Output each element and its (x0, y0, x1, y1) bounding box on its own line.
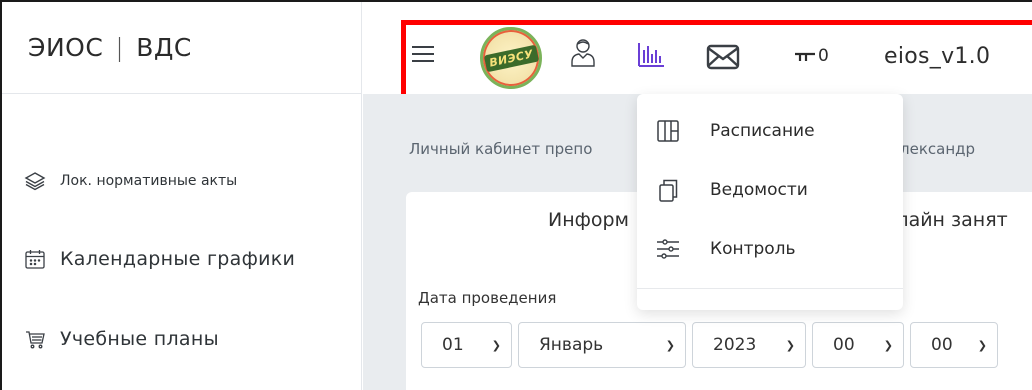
card-title: Информ (548, 209, 629, 231)
menu-item-control[interactable]: Контроль (656, 237, 796, 261)
breadcrumb: Личный кабинет препо (409, 140, 593, 158)
sidebar-item-local-acts[interactable]: Лок. нормативные акты (24, 170, 237, 192)
menu-item-label: Контроль (710, 239, 796, 259)
calendar-icon (24, 248, 46, 270)
menu-item-label: Ведомости (710, 180, 808, 200)
minute-value: 00 (931, 335, 953, 355)
brand-right: ВДС (136, 33, 192, 62)
month-select[interactable]: Январь ❯ (518, 322, 686, 368)
sidebar-item-study-plans[interactable]: Учебные планы (24, 328, 219, 350)
sidebar-item-label: Календарные графики (60, 248, 296, 270)
chevron-down-icon: ❯ (491, 338, 501, 352)
sidebar-item-label: Лок. нормативные акты (60, 173, 238, 189)
chevron-down-icon: ❯ (665, 338, 675, 352)
sidebar-item-calendars[interactable]: Календарные графики (24, 248, 295, 270)
brand-left: ЭИОС (28, 33, 104, 62)
chevron-down-icon: ❯ (785, 338, 795, 352)
date-label: Дата проведения (418, 289, 557, 307)
cart-icon (24, 328, 46, 350)
sidebar-item-label: Учебные планы (60, 328, 219, 350)
menu-item-schedule[interactable]: Расписание (656, 119, 815, 143)
columns-icon (656, 119, 680, 143)
day-value: 01 (442, 335, 464, 355)
hour-value: 00 (833, 335, 855, 355)
brand-separator: | (115, 33, 125, 62)
hour-select[interactable]: 00 ❯ (812, 322, 904, 368)
sliders-icon (656, 237, 680, 261)
chevron-down-icon: ❯ (883, 338, 893, 352)
copy-icon (656, 178, 680, 202)
highlight-box (401, 20, 1032, 103)
chevron-down-icon: ❯ (977, 338, 987, 352)
minute-select[interactable]: 00 ❯ (910, 322, 998, 368)
menu-item-label: Расписание (710, 121, 815, 141)
month-value: Январь (539, 335, 604, 355)
layers-icon (24, 170, 46, 192)
menu-item-statements[interactable]: Ведомости (656, 178, 808, 202)
day-select[interactable]: 01 ❯ (421, 322, 512, 368)
dropdown-divider (637, 288, 903, 289)
brand[interactable]: ЭИОС | ВДС (2, 2, 361, 94)
year-value: 2023 (713, 335, 757, 355)
year-select[interactable]: 2023 ❯ (692, 322, 806, 368)
